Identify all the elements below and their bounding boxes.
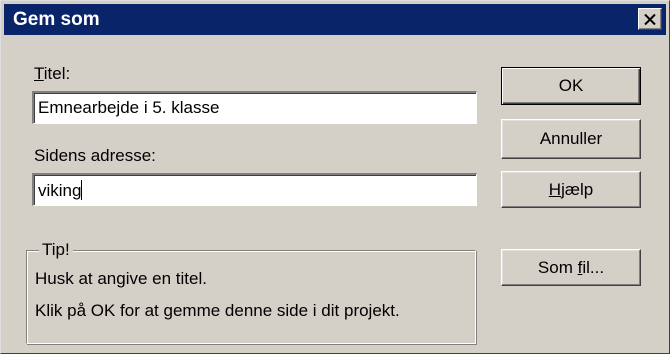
tip-line-1: Husk at angive en titel. (35, 269, 207, 288)
close-icon (644, 13, 656, 25)
text-caret (81, 180, 83, 200)
help-button-accelerator: H (548, 179, 562, 199)
title-input[interactable]: Emnearbejde i 5. klasse (32, 91, 477, 124)
tip-line-2: Klik på OK for at gemme denne side i dit… (35, 301, 400, 320)
close-button[interactable] (638, 8, 662, 30)
save-as-file-prefix: Som (537, 257, 578, 277)
address-label: Sidens adresse: (34, 146, 156, 165)
cancel-button[interactable]: Annuller (501, 119, 641, 159)
cancel-button-label: Annuller (539, 129, 603, 148)
save-as-file-text: il... (582, 257, 605, 277)
window-title: Gem som (13, 9, 100, 30)
title-input-value: Emnearbejde i 5. klasse (38, 98, 220, 117)
help-button[interactable]: Hjælp (501, 171, 641, 208)
help-button-text: jælp (561, 179, 594, 199)
title-label-text: itel: (43, 64, 71, 83)
ok-button[interactable]: OK (501, 67, 641, 105)
address-input[interactable]: viking (32, 173, 477, 206)
save-as-file-button[interactable]: Som f il... (501, 249, 641, 286)
tip-groupbox: Tip! Husk at angive en titel. Klik på OK… (26, 240, 476, 344)
ok-button-label: OK (558, 76, 584, 95)
title-label: Titel: (34, 64, 70, 84)
title-bar: Gem som (4, 4, 666, 35)
address-input-value: viking (38, 181, 82, 200)
title-label-accelerator: T (34, 64, 44, 83)
save-as-dialog: Gem som Titel: Emnearbejde i 5. klasse S… (0, 0, 670, 354)
tip-title: Tip! (39, 240, 73, 260)
